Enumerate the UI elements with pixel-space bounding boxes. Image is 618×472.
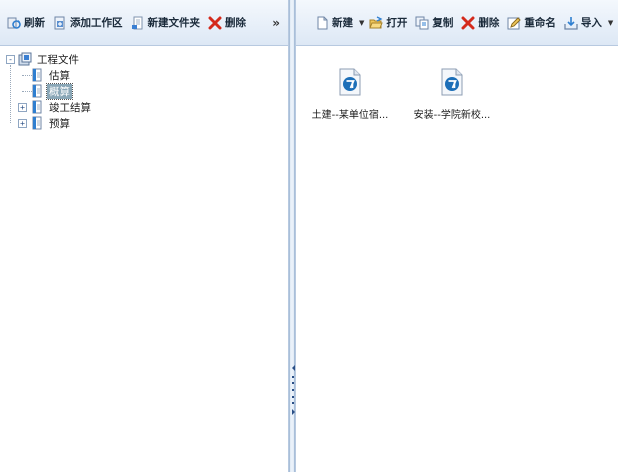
tree-label-root: 工程文件 xyxy=(37,53,79,66)
tree-node-estimate[interactable]: 估算 xyxy=(18,67,288,83)
tree-label-final-settlement: 竣工结算 xyxy=(49,101,91,114)
new-folder-button[interactable]: 新建文件夹 xyxy=(128,13,204,32)
document-icon xyxy=(30,84,44,98)
refresh-button[interactable]: 刷新 xyxy=(4,13,48,32)
document-icon xyxy=(30,68,44,82)
toolbar-overflow-button[interactable]: » xyxy=(268,16,284,30)
project-tree: - 工程文件 估算 概算 + 竣工结算 + 预算 xyxy=(0,46,288,131)
rename-button[interactable]: 重命名 xyxy=(504,13,559,32)
right-pane: 新建 ▼ 打开 复制 删除 重命名 导入 ▼ 土建--某单位宿... 安装--学… xyxy=(295,0,618,472)
project-folder-icon xyxy=(18,52,32,66)
new-folder-label: 新建文件夹 xyxy=(147,17,201,29)
delete-icon xyxy=(461,16,475,30)
tree-label-budget-estimate: 概算 xyxy=(46,82,73,100)
copy-button[interactable]: 复制 xyxy=(412,13,456,32)
refresh-icon xyxy=(7,16,21,30)
refresh-label: 刷新 xyxy=(24,17,45,29)
rename-label: 重命名 xyxy=(524,17,556,29)
delete-file-label: 删除 xyxy=(478,17,500,29)
open-folder-icon xyxy=(369,15,384,30)
new-folder-icon xyxy=(131,16,145,30)
left-pane: 刷新 添加工作区 新建文件夹 删除 » - 工程文件 估算 概算 + 竣工结算 … xyxy=(0,0,289,472)
tree-label-estimate: 估算 xyxy=(49,69,70,82)
delete-icon xyxy=(208,16,222,30)
file-name: 土建--某单位宿... xyxy=(311,110,389,121)
add-workspace-label: 添加工作区 xyxy=(70,17,123,29)
import-button[interactable]: 导入 xyxy=(561,13,605,32)
project-file-icon xyxy=(339,68,361,96)
tree-node-budget[interactable]: + 预算 xyxy=(18,115,288,131)
collapse-toggle[interactable]: - xyxy=(6,54,15,64)
new-dropdown-icon[interactable]: ▼ xyxy=(359,19,364,27)
new-document-icon xyxy=(315,16,329,30)
import-label: 导入 xyxy=(580,17,602,29)
project-file-icon xyxy=(441,68,463,96)
document-icon xyxy=(30,100,44,114)
copy-label: 复制 xyxy=(432,17,454,29)
rename-icon xyxy=(507,16,522,30)
tree-node-root[interactable]: - 工程文件 xyxy=(6,51,288,67)
left-toolbar: 刷新 添加工作区 新建文件夹 删除 » xyxy=(0,0,288,46)
delete-button[interactable]: 删除 xyxy=(205,13,249,32)
new-label: 新建 xyxy=(332,17,353,29)
copy-icon xyxy=(415,16,429,30)
open-button[interactable]: 打开 xyxy=(366,13,410,32)
delete-file-button[interactable]: 删除 xyxy=(458,13,502,32)
document-icon xyxy=(30,116,44,130)
right-toolbar: 新建 ▼ 打开 复制 删除 重命名 导入 ▼ xyxy=(296,0,618,46)
new-button[interactable]: 新建 xyxy=(312,13,356,32)
tree-node-final-settlement[interactable]: + 竣工结算 xyxy=(18,99,288,115)
file-item[interactable]: 安装--学院新校... xyxy=(412,68,492,121)
file-name: 安装--学院新校... xyxy=(413,110,491,121)
import-dropdown-icon[interactable]: ▼ xyxy=(608,19,613,27)
open-label: 打开 xyxy=(386,17,408,29)
delete-label: 删除 xyxy=(225,17,246,29)
add-workspace-button[interactable]: 添加工作区 xyxy=(50,13,126,32)
tree-children: 估算 概算 + 竣工结算 + 预算 xyxy=(6,65,288,131)
import-icon xyxy=(564,16,578,30)
expand-toggle[interactable]: + xyxy=(18,102,27,112)
expand-toggle[interactable]: + xyxy=(18,118,27,128)
file-list: 土建--某单位宿... 安装--学院新校... xyxy=(296,46,618,121)
add-workspace-icon xyxy=(53,16,67,30)
tree-node-budget-estimate[interactable]: 概算 xyxy=(18,82,288,100)
file-item[interactable]: 土建--某单位宿... xyxy=(310,68,390,121)
tree-label-budget: 预算 xyxy=(49,117,70,130)
